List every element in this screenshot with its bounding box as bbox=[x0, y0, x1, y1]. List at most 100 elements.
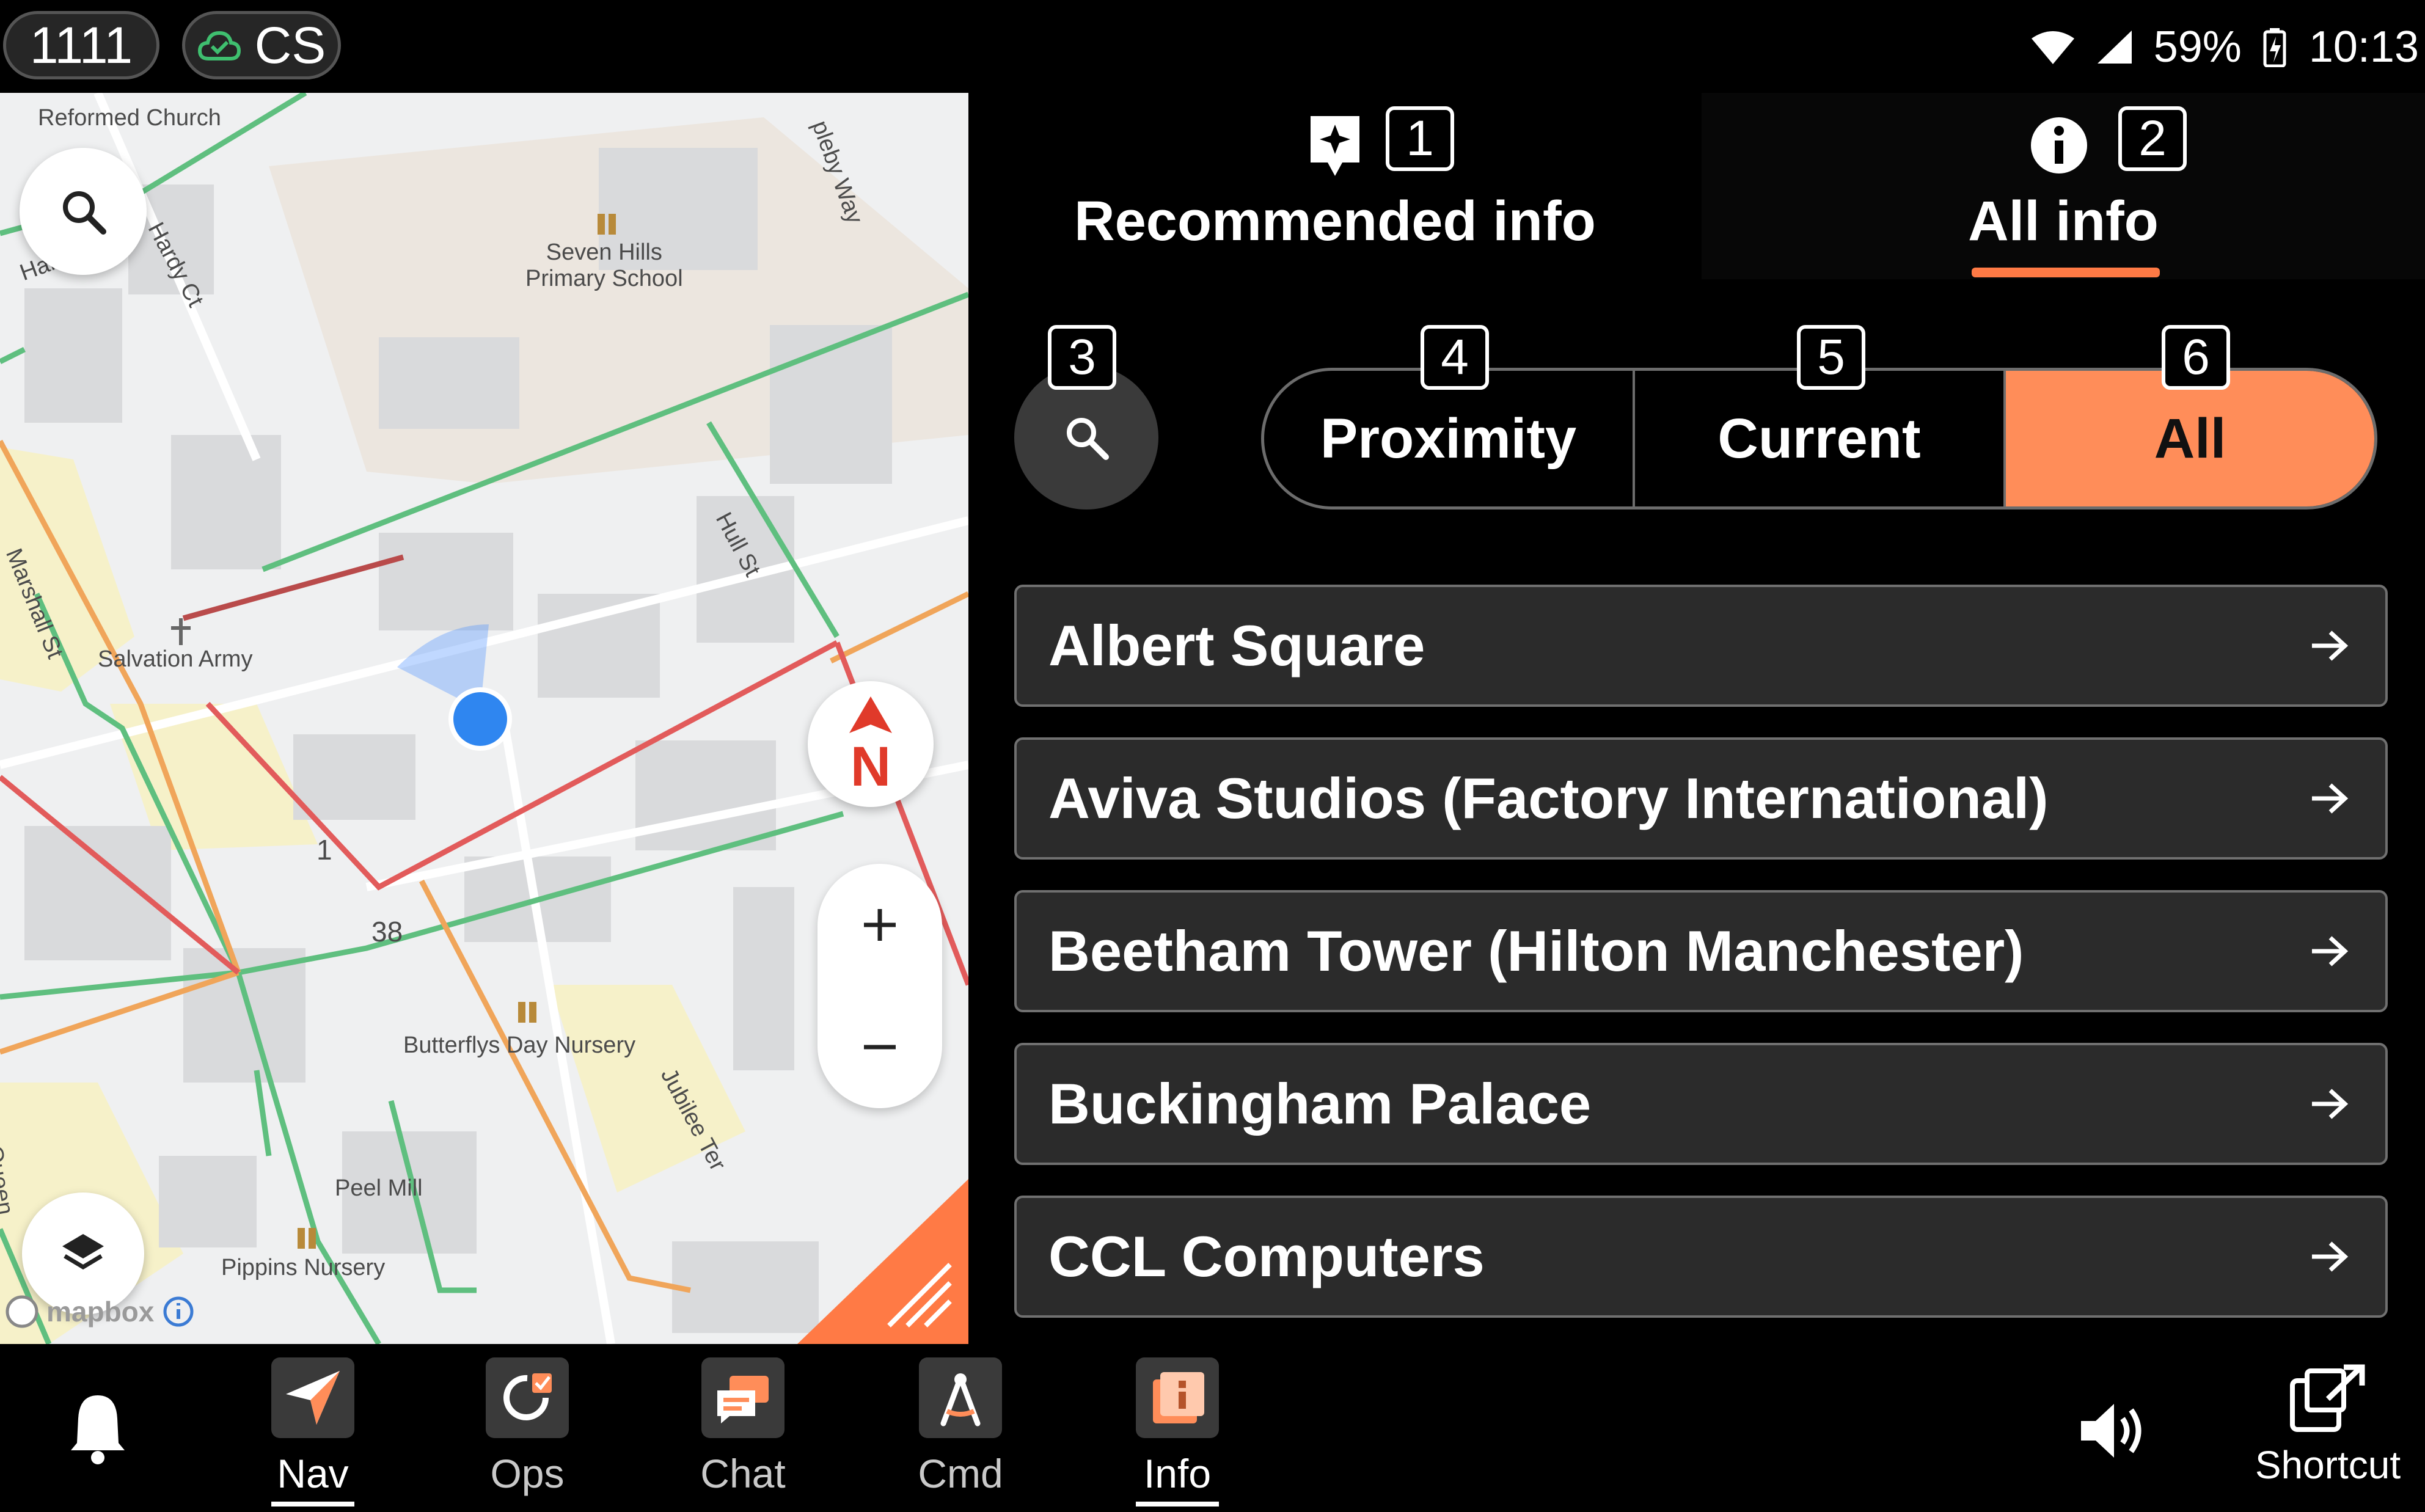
arrow-right-icon bbox=[2312, 783, 2349, 814]
nav-tab-info[interactable]: Info bbox=[1116, 1357, 1238, 1507]
filter-proximity[interactable]: Proximity bbox=[1264, 371, 1633, 506]
compass-letter: N bbox=[850, 736, 891, 798]
nav-tab-ops-label: Ops bbox=[490, 1451, 565, 1496]
info-icon bbox=[2031, 117, 2087, 173]
info-icon-box bbox=[1136, 1357, 1219, 1438]
mapbox-logo-icon bbox=[5, 1295, 38, 1328]
map-view[interactable]: Reformed Church Hardy St Hardy Ct Seven … bbox=[0, 93, 968, 1344]
tab-recommended-info[interactable]: 1 Recommended info bbox=[968, 93, 1702, 279]
info-book-icon bbox=[1153, 1372, 1204, 1423]
clock: 10:13 bbox=[2308, 23, 2419, 71]
zoom-in-button[interactable] bbox=[817, 864, 942, 986]
volume-icon bbox=[2081, 1404, 2142, 1458]
map-label-salvation-army: Salvation Army bbox=[98, 646, 253, 672]
chat-bubbles-icon bbox=[717, 1376, 769, 1423]
nav-active-indicator bbox=[1136, 1502, 1219, 1507]
compass-tool-icon bbox=[940, 1373, 981, 1426]
list-item-name: CCL Computers bbox=[1048, 1224, 1485, 1288]
list-item-name: Beetham Tower (Hilton Manchester) bbox=[1048, 919, 2024, 983]
tab-recommended-badge: 1 bbox=[1386, 106, 1454, 171]
nav-tab-ops[interactable]: Ops bbox=[466, 1357, 588, 1497]
tab-all-badge: 2 bbox=[2118, 106, 2187, 171]
chat-icon-box bbox=[701, 1357, 785, 1438]
filter-proximity-badge: 4 bbox=[1421, 325, 1489, 390]
list-item[interactable]: CCL Computers bbox=[1014, 1196, 2388, 1318]
share-external-icon bbox=[2290, 1364, 2365, 1432]
nav-tab-nav-label: Nav bbox=[277, 1451, 349, 1496]
signal-icon bbox=[2097, 31, 2132, 64]
arrow-right-icon bbox=[2312, 630, 2349, 661]
nav-icon-box bbox=[271, 1357, 354, 1438]
search-icon bbox=[63, 191, 106, 235]
nav-tab-chat-label: Chat bbox=[700, 1451, 786, 1496]
filter-current-label: Current bbox=[1717, 407, 1921, 470]
tab-all-info[interactable]: 2 All info bbox=[1702, 93, 2425, 279]
info-icon[interactable] bbox=[161, 1295, 196, 1329]
filter-all-label: All bbox=[2154, 407, 2226, 470]
cloud-status-chip[interactable]: CS bbox=[182, 11, 341, 79]
mapbox-attribution-label: mapbox bbox=[46, 1296, 155, 1328]
tab-recommended-label: Recommended info bbox=[1074, 190, 1596, 252]
map-expand-handle[interactable] bbox=[797, 1179, 968, 1344]
battery-charging-icon bbox=[2263, 28, 2286, 67]
compass-button[interactable]: N bbox=[808, 681, 934, 807]
ops-icon-box bbox=[486, 1357, 569, 1438]
mapbox-attribution[interactable]: mapbox bbox=[5, 1290, 196, 1333]
cmd-icon-box bbox=[919, 1357, 1002, 1438]
list-item[interactable]: Aviva Studios (Factory International) bbox=[1014, 737, 2388, 860]
battery-percent: 59% bbox=[2153, 23, 2242, 71]
arrow-right-icon bbox=[2312, 936, 2349, 966]
search-icon bbox=[1067, 418, 1109, 460]
filter-proximity-label: Proximity bbox=[1320, 407, 1577, 470]
nav-tab-cmd-label: Cmd bbox=[918, 1451, 1003, 1496]
nav-active-indicator bbox=[271, 1502, 354, 1507]
filter-search-badge: 3 bbox=[1048, 325, 1116, 390]
filter-all-badge: 6 bbox=[2162, 325, 2230, 390]
volume-button[interactable] bbox=[2077, 1399, 2151, 1466]
layers-icon bbox=[62, 1234, 104, 1270]
bottom-navigation: Nav Ops Chat Cmd Info Shortcut bbox=[0, 1344, 2425, 1512]
unit-id-chip[interactable]: 1111 bbox=[3, 11, 159, 79]
unit-id-label: 1111 bbox=[29, 16, 133, 74]
cloud-check-icon bbox=[197, 31, 241, 60]
minus-icon bbox=[864, 1045, 896, 1050]
filter-all[interactable]: All bbox=[2003, 371, 2374, 506]
nav-tab-nav[interactable]: Nav bbox=[252, 1357, 374, 1507]
shortcut-label: Shortcut bbox=[2255, 1443, 2401, 1487]
arrow-right-icon bbox=[2312, 1241, 2349, 1272]
filter-current-badge: 5 bbox=[1797, 325, 1865, 390]
zoom-control bbox=[817, 864, 942, 1108]
nav-tab-chat[interactable]: Chat bbox=[682, 1357, 804, 1497]
list-item-name: Aviva Studios (Factory International) bbox=[1048, 766, 2049, 830]
map-label-number-1: 1 bbox=[316, 834, 332, 866]
cloud-status-label: CS bbox=[254, 16, 326, 74]
map-search-button[interactable] bbox=[20, 148, 147, 275]
wifi-icon bbox=[2031, 31, 2074, 64]
system-status: 59% 10:13 bbox=[2030, 13, 2419, 81]
ops-checklist-icon bbox=[503, 1373, 552, 1420]
info-panel: 1 Recommended info 2 All info 3 Proximit… bbox=[968, 93, 2425, 1344]
nav-tab-cmd[interactable]: Cmd bbox=[899, 1357, 1022, 1497]
map-label-peel-mill: Peel Mill bbox=[335, 1175, 423, 1201]
bell-icon bbox=[71, 1395, 125, 1464]
nav-tab-info-label: Info bbox=[1143, 1451, 1212, 1496]
list-item-name: Albert Square bbox=[1048, 613, 1425, 677]
tab-all-label: All info bbox=[1968, 190, 2159, 252]
map-label-number-38: 38 bbox=[371, 916, 403, 948]
list-item[interactable]: Beetham Tower (Hilton Manchester) bbox=[1014, 890, 2388, 1012]
notifications-button[interactable] bbox=[67, 1392, 141, 1471]
info-list: Albert Square Aviva Studios (Factory Int… bbox=[1014, 585, 2388, 1348]
list-item[interactable]: Albert Square bbox=[1014, 585, 2388, 707]
zoom-out-button[interactable] bbox=[817, 986, 942, 1108]
plus-icon bbox=[864, 909, 896, 941]
navigation-arrow-icon bbox=[286, 1371, 340, 1425]
shortcut-button[interactable]: Shortcut bbox=[2236, 1362, 2420, 1488]
arrow-right-icon bbox=[2312, 1089, 2349, 1119]
status-bar: 1111 CS 59% 10:13 bbox=[0, 0, 2425, 93]
map-label-pippins-nursery: Pippins Nursery bbox=[221, 1255, 386, 1280]
active-tab-indicator bbox=[1972, 268, 2160, 277]
filter-current[interactable]: Current bbox=[1633, 371, 2003, 506]
list-item[interactable]: Buckingham Palace bbox=[1014, 1043, 2388, 1165]
map-label-church: Reformed Church bbox=[38, 105, 221, 131]
sparkle-icon bbox=[1311, 116, 1359, 176]
